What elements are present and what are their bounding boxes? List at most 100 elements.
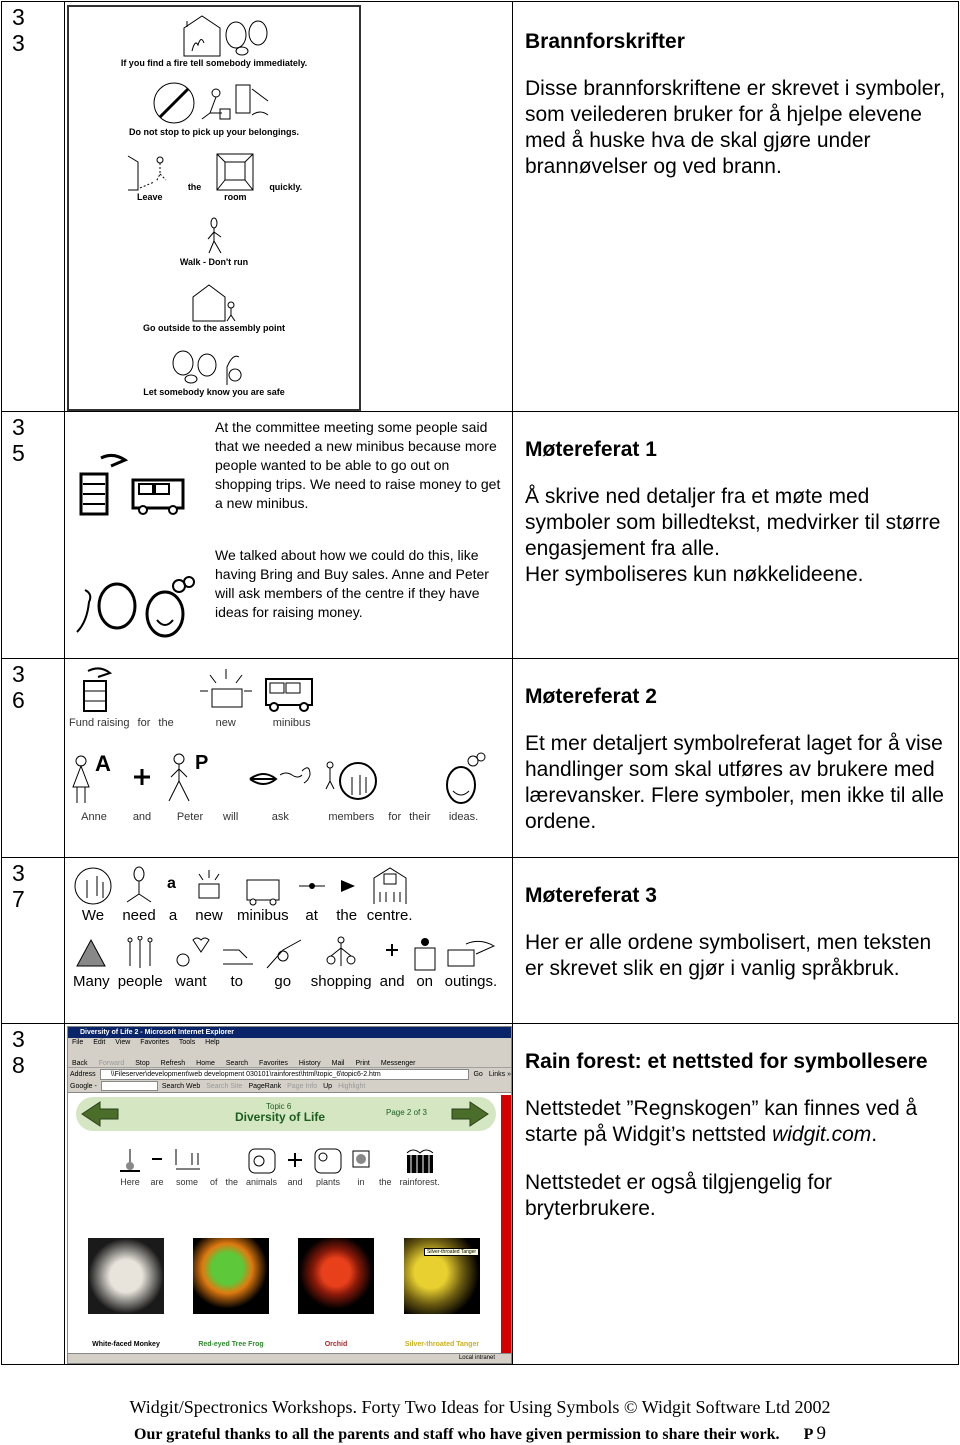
idea-description: Her er alle ordene symbolisert, men teks… xyxy=(525,931,932,980)
symbol-word: animals xyxy=(246,1147,277,1187)
symbol-word: new xyxy=(189,866,229,924)
rainforest-icon xyxy=(406,1149,433,1173)
tanager-photo[interactable]: Silver-throated Tanger xyxy=(404,1238,480,1314)
mail-button[interactable]: Mail xyxy=(332,1060,345,1067)
idea-title: Møtereferat 3 xyxy=(525,884,657,907)
animals-icon xyxy=(248,1148,276,1174)
ideas-icon xyxy=(445,752,486,804)
symbol-word: the xyxy=(158,715,173,729)
word: and xyxy=(379,973,405,990)
menu-favorites[interactable]: Favorites xyxy=(140,1039,169,1046)
a-icon: a xyxy=(167,875,176,892)
google-search-input[interactable] xyxy=(100,1081,158,1091)
menu-tools[interactable]: Tools xyxy=(179,1039,195,1046)
word: Fund raising xyxy=(69,717,130,729)
idea-title: Møtereferat 1 xyxy=(525,438,657,461)
word: on xyxy=(416,973,433,990)
search-site-button[interactable]: Search Site xyxy=(206,1083,242,1090)
minibus-icon xyxy=(264,678,313,712)
idea-description: Nettstedet er også tilgjengelig for bryt… xyxy=(525,1171,833,1220)
print-button[interactable]: Print xyxy=(355,1060,369,1067)
the-icon xyxy=(340,880,355,892)
word: new xyxy=(195,907,223,924)
table-row: 3 3 If you find a fire tell somebody imm… xyxy=(1,1,959,412)
photo-label: White-faced Monkey xyxy=(92,1341,160,1348)
highlight-button[interactable]: Highlight xyxy=(338,1083,365,1090)
symbol-line-2: A Anne and P Peter will ask members for th… xyxy=(69,749,495,823)
word: ideas. xyxy=(448,811,479,823)
table-row: 3 7 We need aa new minibus at the centre… xyxy=(1,857,959,1024)
sym-leave: Leave xyxy=(126,152,174,202)
word: new xyxy=(215,717,236,729)
symbol-word: shopping xyxy=(311,936,372,990)
rainforest-sentence: Here are some of the animals and plants … xyxy=(118,1147,448,1187)
forward-button[interactable]: Forward xyxy=(99,1060,125,1067)
svg-text:a: a xyxy=(167,875,176,892)
status-bar: Local intranet xyxy=(68,1353,511,1363)
next-arrow-icon[interactable] xyxy=(450,1100,490,1128)
symbol-line-1: We need aa new minibus at the centre. xyxy=(73,866,421,924)
menu-file[interactable]: File xyxy=(72,1039,83,1046)
favorites-button[interactable]: Favorites xyxy=(259,1060,288,1067)
previous-arrow-icon[interactable] xyxy=(80,1100,120,1128)
back-button[interactable]: Back xyxy=(72,1060,88,1067)
symbol-word: the xyxy=(335,866,359,924)
word: and xyxy=(287,1177,303,1187)
vertical-scrollbar[interactable] xyxy=(501,1095,511,1354)
symbol-line-1: Fund raising for the new minibus xyxy=(69,665,328,729)
monkey-photo[interactable] xyxy=(88,1238,164,1314)
plus-icon xyxy=(134,769,150,785)
fire-rules-image: If you find a fire tell somebody immedia… xyxy=(64,1,513,412)
word: ask xyxy=(271,811,289,823)
new-icon xyxy=(198,870,220,899)
frog-photo[interactable] xyxy=(193,1238,269,1314)
symbol-word: their xyxy=(409,809,430,823)
zone-status: Local intranet xyxy=(458,1355,495,1361)
page-info-button[interactable]: Page Info xyxy=(287,1083,317,1090)
up-button[interactable]: Up xyxy=(323,1083,332,1090)
widgit-link[interactable]: widgit.com xyxy=(772,1123,871,1146)
word: minibus xyxy=(237,907,289,924)
pagerank-button[interactable]: PageRank xyxy=(248,1083,281,1090)
home-button[interactable]: Home xyxy=(196,1060,215,1067)
orchid-photo[interactable] xyxy=(298,1238,374,1314)
word: some xyxy=(175,1177,198,1187)
search-button[interactable]: Search xyxy=(226,1060,248,1067)
go-button[interactable]: Go xyxy=(473,1071,482,1078)
symbol-word: at xyxy=(297,866,327,924)
new-icon xyxy=(199,669,252,708)
symbol-word: P Peter xyxy=(165,749,215,823)
word: We xyxy=(81,907,105,924)
idea-description: Nettstedet ”Regnskogen” kan finnes ved å… xyxy=(525,1096,948,1148)
history-button[interactable]: History xyxy=(299,1060,321,1067)
symbol-word: A Anne xyxy=(69,749,119,823)
links-button[interactable]: Links » xyxy=(489,1071,511,1078)
word: go xyxy=(274,973,292,990)
peter-icon: P xyxy=(168,752,208,802)
word: want xyxy=(174,973,207,990)
messenger-button[interactable]: Messenger xyxy=(381,1060,416,1067)
description-cell: Brannforskrifter Disse brannforskriftene… xyxy=(512,1,959,412)
word: the xyxy=(158,717,174,729)
here-icon xyxy=(120,1149,140,1172)
menu-view[interactable]: View xyxy=(115,1039,130,1046)
word: are xyxy=(150,1177,164,1187)
stop-button[interactable]: Stop xyxy=(135,1060,149,1067)
menu-help[interactable]: Help xyxy=(205,1039,219,1046)
word: Here xyxy=(120,1177,140,1187)
symbol-word: and xyxy=(380,936,405,990)
row-number-digit: 5 xyxy=(12,440,25,466)
symbol-word: Fund raising xyxy=(69,665,130,729)
symbol-word: outings. xyxy=(445,936,497,990)
address-input[interactable]: \\Fileserver\development\web development… xyxy=(99,1068,470,1080)
word: for xyxy=(388,811,402,823)
word: Peter xyxy=(176,811,204,823)
menu-edit[interactable]: Edit xyxy=(93,1039,105,1046)
outings-icon xyxy=(447,940,496,967)
refresh-button[interactable]: Refresh xyxy=(161,1060,186,1067)
symbol-word: and xyxy=(285,1147,305,1187)
symbol-word: to xyxy=(219,936,255,990)
to-icon xyxy=(222,949,253,965)
address-label: Address xyxy=(70,1070,96,1078)
search-web-button[interactable]: Search Web xyxy=(162,1083,200,1090)
